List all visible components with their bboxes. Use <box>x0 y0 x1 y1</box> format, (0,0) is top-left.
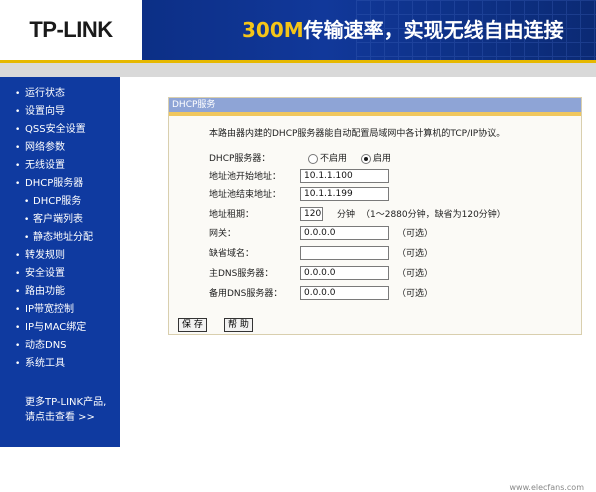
header: TP-LINK 300M传输速率，实现无线自由连接 <box>0 0 596 60</box>
sidebar-item-ip-mac-binding[interactable]: IP与MAC绑定 <box>0 319 120 337</box>
panel-title: DHCP服务 <box>169 98 581 112</box>
sidebar-item-dhcp[interactable]: DHCP服务器 <box>0 175 120 193</box>
start-address-label: 地址池开始地址： <box>209 172 282 182</box>
domain-input[interactable] <box>300 246 389 260</box>
radio-enable-option[interactable]: 启用 <box>361 151 391 167</box>
main-content: DHCP服务 本路由器内建的DHCP服务器能自动配置局域网中各计算机的TCP/I… <box>120 77 596 492</box>
secondary-dns-label: 备用DNS服务器： <box>209 289 283 299</box>
sidebar-item-wireless[interactable]: 无线设置 <box>0 157 120 175</box>
sidebar-item-status[interactable]: 运行状态 <box>0 85 120 103</box>
panel-title-underline <box>169 112 581 116</box>
sidebar-subitem-client-list[interactable]: 客户端列表 <box>0 211 120 229</box>
sidebar-item-network[interactable]: 网络参数 <box>0 139 120 157</box>
sidebar-item-routing[interactable]: 路由功能 <box>0 283 120 301</box>
sidebar-menu: 运行状态 设置向导 QSS安全设置 网络参数 无线设置 DHCP服务器 DHCP… <box>0 85 120 373</box>
primary-dns-optional: （可选） <box>397 269 434 279</box>
primary-dns-label: 主DNS服务器： <box>209 269 274 279</box>
sidebar-item-forwarding[interactable]: 转发规则 <box>0 247 120 265</box>
sidebar-item-ddns[interactable]: 动态DNS <box>0 337 120 355</box>
lease-unit: 分钟 <box>337 210 356 220</box>
more-products-link[interactable]: 更多TP-LINK产品, 请点击查看 >> <box>25 395 117 425</box>
tp-link-logo: TP-LINK <box>0 0 142 60</box>
dhcp-server-label: DHCP服务器： <box>209 154 271 164</box>
sidebar-item-qss[interactable]: QSS安全设置 <box>0 121 120 139</box>
sidebar-subitem-static-address[interactable]: 静态地址分配 <box>0 229 120 247</box>
radio-disable[interactable] <box>308 153 318 164</box>
end-address-input[interactable]: 10.1.1.199 <box>300 187 389 201</box>
header-subbar <box>0 63 596 77</box>
secondary-dns-input[interactable]: 0.0.0.0 <box>300 286 389 300</box>
lease-label: 地址租期： <box>209 210 255 220</box>
source-watermark: www.elecfans.com <box>509 483 585 492</box>
dhcp-panel: DHCP服务 本路由器内建的DHCP服务器能自动配置局域网中各计算机的TCP/I… <box>168 97 582 335</box>
banner-slogan: 300M传输速率，实现无线自由连接 <box>242 18 564 42</box>
lease-hint: （1～2880分钟，缺省为120分钟） <box>361 210 506 220</box>
more-products-line2: 请点击查看 >> <box>25 412 95 423</box>
save-button[interactable]: 保 存 <box>178 318 207 332</box>
sidebar-item-security[interactable]: 安全设置 <box>0 265 120 283</box>
primary-dns-input[interactable]: 0.0.0.0 <box>300 266 389 280</box>
sidebar-subitem-dhcp-service[interactable]: DHCP服务 <box>0 193 120 211</box>
radio-disable-option[interactable]: 不启用 <box>308 151 347 167</box>
sidebar-item-bandwidth[interactable]: IP带宽控制 <box>0 301 120 319</box>
sidebar-item-wizard[interactable]: 设置向导 <box>0 103 120 121</box>
lease-input[interactable]: 120 <box>300 207 323 221</box>
domain-optional: （可选） <box>397 249 434 259</box>
help-button[interactable]: 帮 助 <box>224 318 253 332</box>
domain-label: 缺省域名： <box>209 249 255 259</box>
header-banner: 300M传输速率，实现无线自由连接 <box>142 0 596 60</box>
radio-enable[interactable] <box>361 153 371 164</box>
sidebar: 运行状态 设置向导 QSS安全设置 网络参数 无线设置 DHCP服务器 DHCP… <box>0 77 120 447</box>
sidebar-item-system-tools[interactable]: 系统工具 <box>0 355 120 373</box>
gateway-optional: （可选） <box>397 229 434 239</box>
intro-text: 本路由器内建的DHCP服务器能自动配置局域网中各计算机的TCP/IP协议。 <box>209 129 506 139</box>
end-address-label: 地址池结束地址： <box>209 190 282 200</box>
start-address-input[interactable]: 10.1.1.100 <box>300 169 389 183</box>
more-products-line1: 更多TP-LINK产品, <box>25 397 107 408</box>
gateway-input[interactable]: 0.0.0.0 <box>300 226 389 240</box>
secondary-dns-optional: （可选） <box>397 289 434 299</box>
gateway-label: 网关： <box>209 229 237 239</box>
